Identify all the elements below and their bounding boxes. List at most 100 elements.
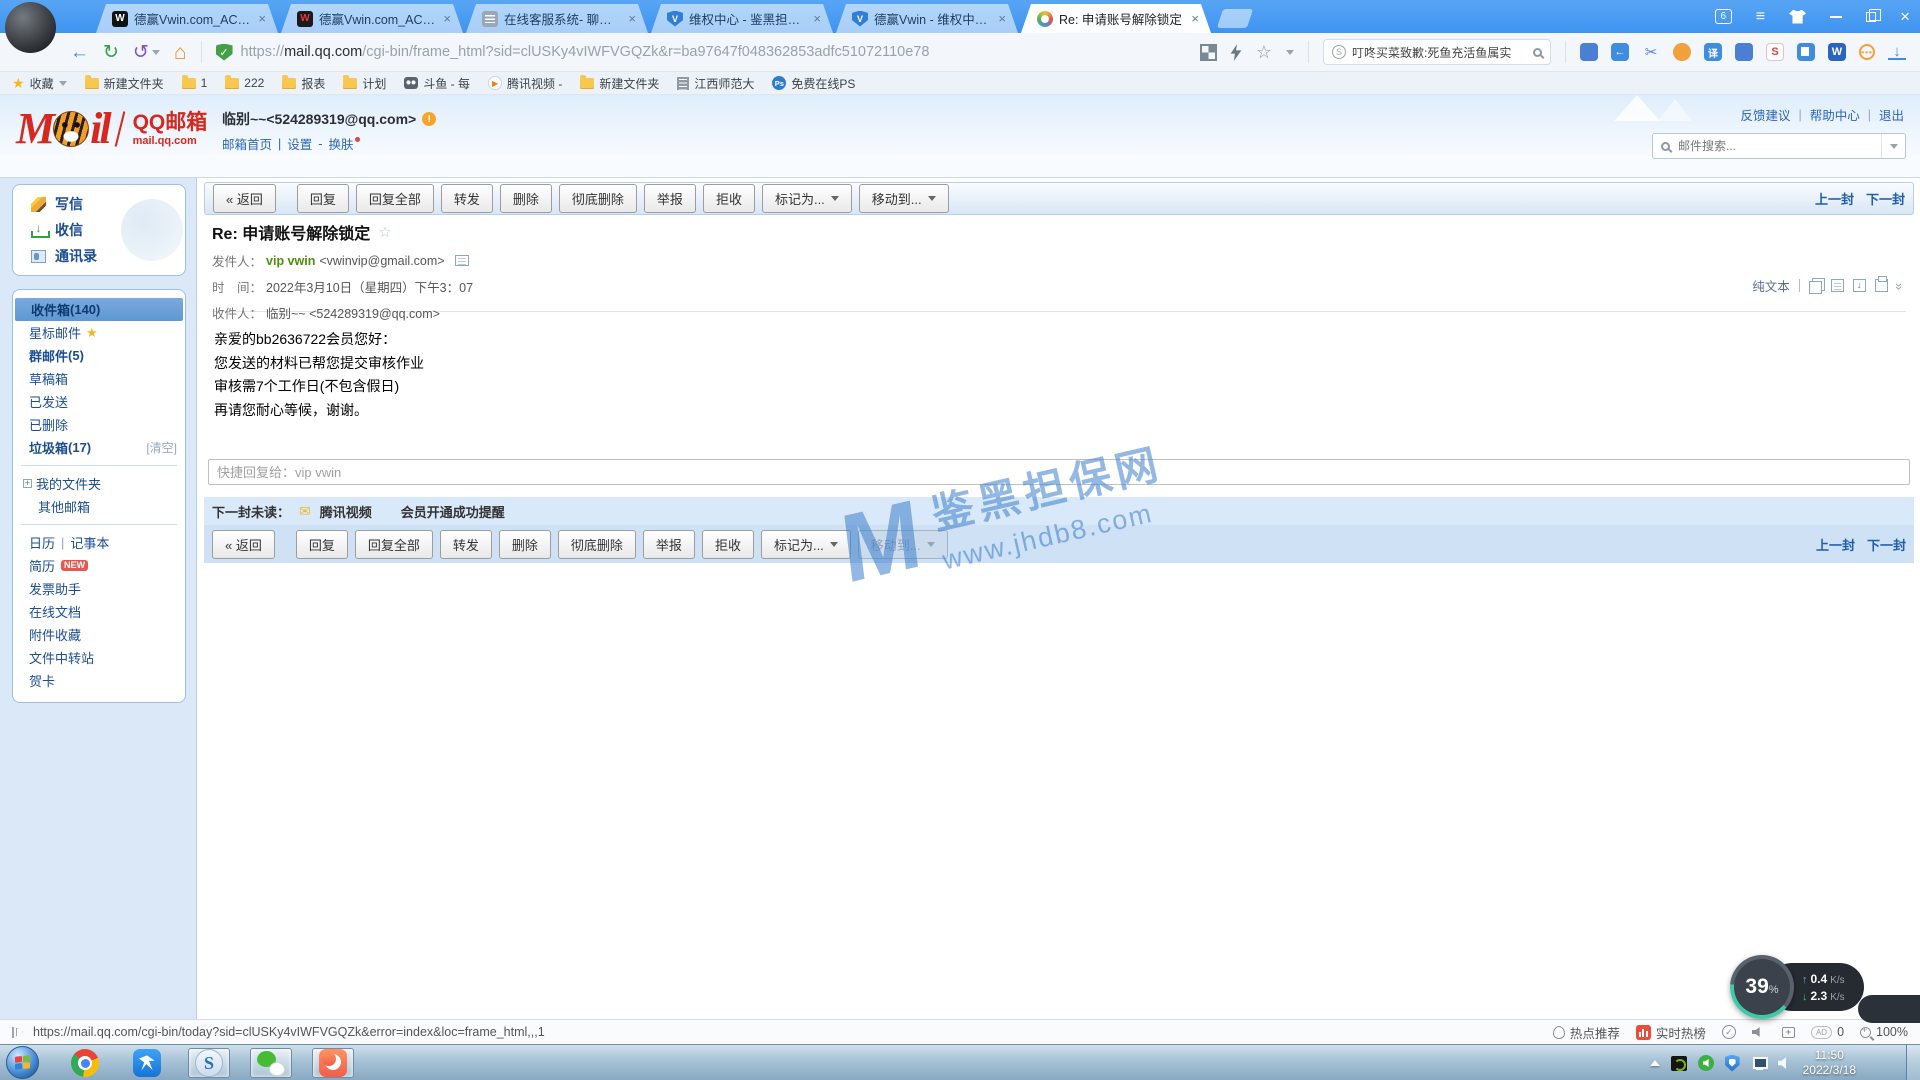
prev-mail-link[interactable]: 上一封 <box>1816 535 1855 554</box>
undo-group[interactable]: ↺ <box>133 43 160 62</box>
contact-card-icon[interactable] <box>455 255 469 266</box>
folder-deleted[interactable]: 已删除 <box>13 413 185 436</box>
ad-blocker[interactable]: AD 0 <box>1811 1025 1844 1039</box>
recipient[interactable]: 临别~~ <524289319@qq.com> <box>266 303 440 322</box>
security-shield-icon[interactable]: ✓ <box>216 44 233 61</box>
delete-permanently-button[interactable]: 彻底删除 <box>558 530 636 559</box>
memory-usage-widget[interactable]: 39% <box>1730 955 1794 1019</box>
bookmark-item[interactable]: 新建文件夹 <box>85 75 164 92</box>
orange-app-taskbar-button[interactable] <box>312 1048 354 1078</box>
reject-button[interactable]: 拒收 <box>702 530 754 559</box>
password-key-icon[interactable] <box>1673 43 1691 61</box>
return-button[interactable]: « 返回 <box>213 184 276 213</box>
prev-mail-link[interactable]: 上一封 <box>1815 189 1854 208</box>
show-desktop-button[interactable] <box>1906 1045 1920 1080</box>
feedback-link[interactable]: 反馈建议 <box>1740 105 1790 124</box>
settings-link[interactable]: 设置 <box>287 134 312 153</box>
qqmail-logo[interactable]: M il QQ邮箱 mail.qq.com <box>16 107 207 151</box>
reject-button[interactable]: 拒收 <box>703 184 755 213</box>
bookmark-item[interactable]: 222 <box>225 76 264 90</box>
calendar-link[interactable]: 日历 <box>29 533 55 552</box>
qr-code-icon[interactable] <box>1201 45 1216 60</box>
scissors-icon[interactable]: ✂ <box>1642 43 1660 61</box>
next-unread-bar[interactable]: 下一封未读： ✉ 腾讯视频 会员开通成功提醒 <box>204 497 1914 525</box>
pages-icon[interactable] <box>1797 43 1815 61</box>
folder-inbox[interactable]: 收件箱 (140) <box>15 298 183 321</box>
mark-as-button[interactable]: 标记为... <box>761 530 851 559</box>
nvidia-tray-icon[interactable] <box>1671 1056 1687 1071</box>
security-check-icon[interactable]: ✓ <box>1722 1025 1736 1039</box>
browser-tab-4[interactable]: V 维权中心 - 鉴黑担保网 × <box>651 4 833 33</box>
next-mail-link[interactable]: 下一封 <box>1867 535 1906 554</box>
report-button[interactable]: 举报 <box>644 184 696 213</box>
new-tab-button[interactable] <box>1217 9 1253 28</box>
folder-spam[interactable]: 垃圾箱 (17) [清空] <box>13 436 185 459</box>
taskbar-clock[interactable]: 11:50 2022/3/18 <box>1803 1048 1856 1078</box>
plain-text-link[interactable]: 纯文本 <box>1752 276 1790 295</box>
chrome-taskbar-button[interactable] <box>64 1048 106 1078</box>
next-unread-sender[interactable]: 腾讯视频 <box>320 502 372 521</box>
next-mail-link[interactable]: 下一封 <box>1866 189 1905 208</box>
mail-search-box[interactable] <box>1652 133 1906 159</box>
warning-icon[interactable]: ! <box>422 112 436 126</box>
voice-tray-icon[interactable] <box>1698 1055 1714 1071</box>
document-icon[interactable] <box>1831 279 1844 292</box>
empty-spam-link[interactable]: [清空] <box>146 439 177 456</box>
browser-tab-5[interactable]: V 德赢Vwin - 维权中心 - × <box>836 4 1018 33</box>
home-icon[interactable]: ⌂ <box>174 42 187 63</box>
extension-puzzle-icon[interactable] <box>1580 43 1598 61</box>
invoice-helper-link[interactable]: 发票助手 <box>13 577 185 600</box>
bookmark-item[interactable]: 计划 <box>343 75 386 92</box>
contacts-button[interactable]: 通讯录 <box>13 243 185 269</box>
folder-drafts[interactable]: 草稿箱 <box>13 367 185 390</box>
reply-button[interactable]: 回复 <box>296 530 348 559</box>
thunder-taskbar-button[interactable] <box>126 1048 168 1078</box>
reply-all-button[interactable]: 回复全部 <box>355 530 433 559</box>
download-box-icon[interactable]: ↓ <box>1853 279 1866 292</box>
online-docs-link[interactable]: 在线文档 <box>13 600 185 623</box>
browser-search-box[interactable]: S 叮咚买菜致歉:死鱼充活鱼属实 <box>1323 39 1551 65</box>
compose-button[interactable]: 写信 <box>13 191 185 217</box>
tab-close-icon[interactable]: × <box>998 11 1006 26</box>
bookmark-item-douyu[interactable]: 斗鱼 - 每 <box>404 75 470 92</box>
bookmark-item-tencent-video[interactable]: ▶腾讯视频 - <box>488 75 562 92</box>
translate-icon[interactable]: 译 <box>1704 43 1722 61</box>
favorites-menu[interactable]: ★ 收藏 <box>12 75 67 92</box>
help-center-link[interactable]: 帮助中心 <box>1810 105 1860 124</box>
folder-sent[interactable]: 已发送 <box>13 390 185 413</box>
word-icon[interactable]: W <box>1828 43 1846 61</box>
undo-icon[interactable]: ↺ <box>133 43 149 62</box>
expand-icon[interactable]: + <box>23 479 32 488</box>
toolbox-icon[interactable]: + <box>1782 1027 1795 1038</box>
quick-reply-input[interactable] <box>208 459 1910 485</box>
mailbox-home-link[interactable]: 邮箱首页 <box>222 134 272 153</box>
forward-button[interactable]: 转发 <box>440 530 492 559</box>
bookmark-star-icon[interactable]: ☆ <box>1256 42 1272 63</box>
bookmark-item-ps[interactable]: Ps免费在线PS <box>772 75 855 92</box>
download-icon[interactable]: ↓ <box>1888 44 1906 60</box>
user-avatar[interactable] <box>5 2 56 53</box>
delete-button[interactable]: 删除 <box>499 530 551 559</box>
sogou-browser-taskbar-button[interactable]: S <box>188 1048 230 1078</box>
collapse-chevron-icon[interactable]: » <box>1892 283 1907 288</box>
speaker-icon[interactable] <box>1752 1026 1766 1038</box>
url-text[interactable]: https://mail.qq.com/cgi-bin/frame_html?s… <box>241 44 930 60</box>
bookmark-item[interactable]: 1 <box>182 76 208 90</box>
tab-close-icon[interactable]: × <box>258 11 266 26</box>
receive-button[interactable]: ↓ 收信 <box>13 217 185 243</box>
reply-button[interactable]: 回复 <box>297 184 349 213</box>
reply-all-button[interactable]: 回复全部 <box>356 184 434 213</box>
extension-puzzle-icon[interactable] <box>1735 43 1753 61</box>
browser-tab-3[interactable]: 在线客服系统- 聊天窗口 × <box>466 4 648 33</box>
attachment-collection-link[interactable]: 附件收藏 <box>13 623 185 646</box>
search-options-dropdown[interactable] <box>1881 134 1905 158</box>
browser-tab-2[interactable]: W 德赢Vwin.com_AC米兰 × <box>281 4 463 33</box>
back-icon[interactable]: ← <box>70 43 89 62</box>
tab-close-icon[interactable]: × <box>628 11 636 26</box>
volume-tray-icon[interactable] <box>1778 1057 1792 1070</box>
menu-icon[interactable]: ≡ <box>1756 8 1765 26</box>
sender-address[interactable]: <vwinvip@gmail.com> <box>319 254 444 268</box>
delete-permanently-button[interactable]: 彻底删除 <box>559 184 637 213</box>
logout-link[interactable]: 退出 <box>1879 105 1904 124</box>
return-button[interactable]: « 返回 <box>212 530 275 559</box>
